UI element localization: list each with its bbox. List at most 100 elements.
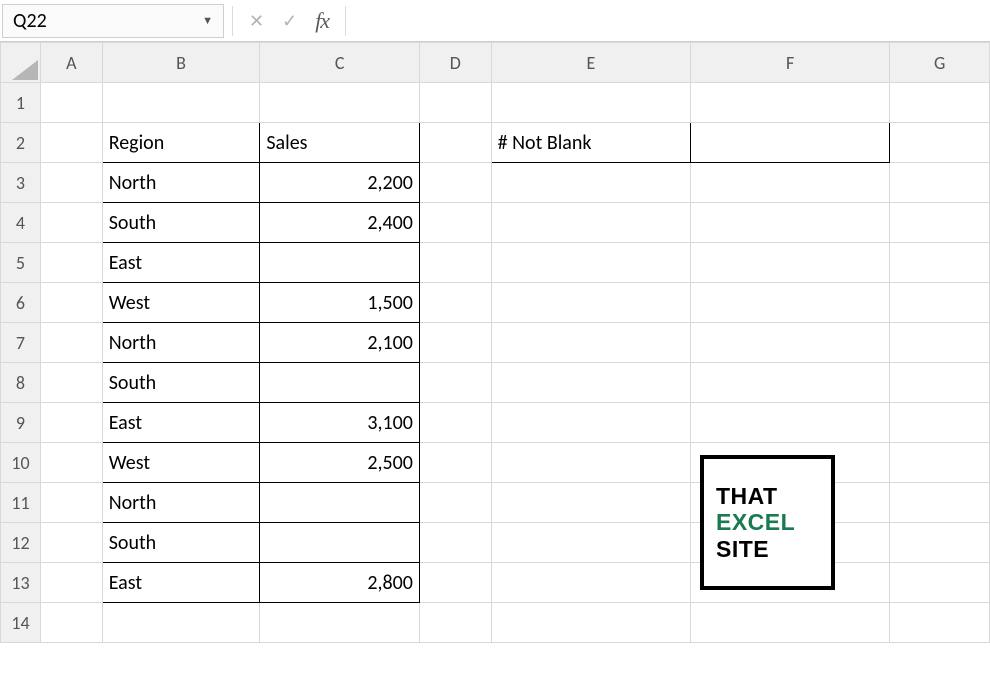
row-header[interactable]: 5 xyxy=(1,243,41,283)
cell[interactable] xyxy=(419,203,491,243)
cell[interactable] xyxy=(102,83,260,123)
cell-region[interactable]: North xyxy=(102,483,260,523)
cell[interactable] xyxy=(40,283,102,323)
row-header[interactable]: 6 xyxy=(1,283,41,323)
col-header[interactable]: F xyxy=(691,43,890,83)
cell[interactable] xyxy=(491,523,690,563)
cell[interactable] xyxy=(40,563,102,603)
cell[interactable] xyxy=(419,283,491,323)
cell[interactable] xyxy=(890,123,990,163)
cell[interactable] xyxy=(491,323,690,363)
row-header[interactable]: 12 xyxy=(1,523,41,563)
cell[interactable] xyxy=(419,163,491,203)
cell-sales-header[interactable]: Sales xyxy=(260,123,420,163)
cell[interactable] xyxy=(491,283,690,323)
spreadsheet-grid[interactable]: A B C D E F G 1 2 Region Sales # Not Bla… xyxy=(0,42,990,643)
cell[interactable] xyxy=(691,403,890,443)
cell[interactable] xyxy=(102,603,260,643)
cell-sales[interactable]: 2,100 xyxy=(260,323,420,363)
cell[interactable] xyxy=(40,403,102,443)
cell[interactable] xyxy=(260,83,420,123)
cell[interactable] xyxy=(40,443,102,483)
cell[interactable] xyxy=(691,323,890,363)
cell-region[interactable]: South xyxy=(102,203,260,243)
cell[interactable] xyxy=(491,363,690,403)
cell-sales[interactable] xyxy=(260,243,420,283)
cell[interactable] xyxy=(491,243,690,283)
cell[interactable] xyxy=(491,203,690,243)
col-header[interactable]: G xyxy=(890,43,990,83)
row-header[interactable]: 2 xyxy=(1,123,41,163)
cell-summary-value[interactable] xyxy=(691,123,890,163)
cell[interactable] xyxy=(40,483,102,523)
row-header[interactable]: 13 xyxy=(1,563,41,603)
cell[interactable] xyxy=(419,403,491,443)
cell-sales[interactable]: 2,800 xyxy=(260,563,420,603)
row-header[interactable]: 1 xyxy=(1,83,41,123)
cell[interactable] xyxy=(419,563,491,603)
cell-region[interactable]: North xyxy=(102,323,260,363)
cell-sales[interactable]: 1,500 xyxy=(260,283,420,323)
cell-sales[interactable]: 2,500 xyxy=(260,443,420,483)
row-header[interactable]: 7 xyxy=(1,323,41,363)
cell[interactable] xyxy=(890,523,990,563)
cell[interactable] xyxy=(419,603,491,643)
cell-sales[interactable]: 3,100 xyxy=(260,403,420,443)
cell[interactable] xyxy=(40,363,102,403)
cell-sales[interactable]: 2,400 xyxy=(260,203,420,243)
fx-icon[interactable]: fx xyxy=(315,8,329,34)
cell-region[interactable]: South xyxy=(102,363,260,403)
cell[interactable] xyxy=(491,483,690,523)
row-header[interactable]: 3 xyxy=(1,163,41,203)
cell[interactable] xyxy=(890,363,990,403)
cell[interactable] xyxy=(419,363,491,403)
cell-region[interactable]: South xyxy=(102,523,260,563)
cell[interactable] xyxy=(491,83,690,123)
chevron-down-icon[interactable]: ▼ xyxy=(202,14,213,27)
cell[interactable] xyxy=(890,283,990,323)
cell[interactable] xyxy=(419,483,491,523)
cell[interactable] xyxy=(419,323,491,363)
col-header[interactable]: B xyxy=(102,43,260,83)
row-header[interactable]: 4 xyxy=(1,203,41,243)
cell-region[interactable]: West xyxy=(102,443,260,483)
cell[interactable] xyxy=(890,443,990,483)
row-header[interactable]: 14 xyxy=(1,603,41,643)
formula-input[interactable] xyxy=(354,4,988,38)
cell[interactable] xyxy=(419,523,491,563)
cell[interactable] xyxy=(40,203,102,243)
cell-sales[interactable] xyxy=(260,523,420,563)
cell[interactable] xyxy=(890,83,990,123)
cell[interactable] xyxy=(419,123,491,163)
cell[interactable] xyxy=(419,83,491,123)
cell-region[interactable]: East xyxy=(102,243,260,283)
cell-region-header[interactable]: Region xyxy=(102,123,260,163)
cell[interactable] xyxy=(40,163,102,203)
cell-sales[interactable] xyxy=(260,363,420,403)
cell[interactable] xyxy=(890,563,990,603)
cell[interactable] xyxy=(691,83,890,123)
cell[interactable] xyxy=(491,563,690,603)
cell-summary-label[interactable]: # Not Blank xyxy=(491,123,690,163)
cell[interactable] xyxy=(260,603,420,643)
cell[interactable] xyxy=(691,203,890,243)
row-header[interactable]: 9 xyxy=(1,403,41,443)
cell[interactable] xyxy=(491,403,690,443)
cell[interactable] xyxy=(691,283,890,323)
col-header[interactable]: A xyxy=(40,43,102,83)
cell[interactable] xyxy=(40,523,102,563)
cell[interactable] xyxy=(491,163,690,203)
col-header[interactable]: C xyxy=(260,43,420,83)
cell-region[interactable]: East xyxy=(102,563,260,603)
cell[interactable] xyxy=(691,603,890,643)
cell[interactable] xyxy=(890,203,990,243)
cell[interactable] xyxy=(890,243,990,283)
cell-region[interactable]: West xyxy=(102,283,260,323)
cell[interactable] xyxy=(419,243,491,283)
confirm-icon[interactable]: ✓ xyxy=(282,10,297,32)
cell[interactable] xyxy=(890,163,990,203)
cell[interactable] xyxy=(40,323,102,363)
cancel-icon[interactable]: ✕ xyxy=(249,10,264,32)
col-header[interactable]: E xyxy=(491,43,690,83)
cell[interactable] xyxy=(691,363,890,403)
